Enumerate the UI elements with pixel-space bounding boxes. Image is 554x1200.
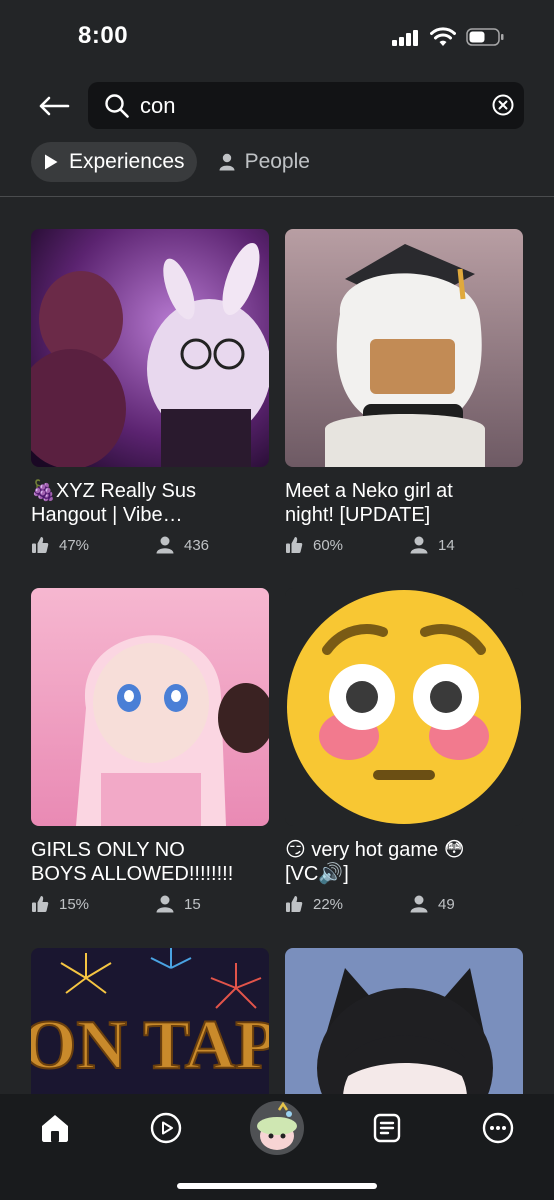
players-icon — [156, 536, 174, 554]
experience-thumbnail[interactable] — [285, 588, 523, 826]
player-count-value: 15 — [184, 895, 201, 913]
search-box[interactable] — [88, 82, 524, 129]
experience-title: 🍇XYZ Really Sus Hangout | Vibe… — [31, 480, 196, 526]
rating-value: 60% — [313, 536, 344, 554]
battery-icon — [466, 28, 504, 46]
wifi-icon — [430, 27, 456, 46]
thumbs-up-icon — [286, 537, 303, 553]
nav-charts[interactable] — [365, 1106, 409, 1150]
nav-more[interactable] — [476, 1106, 520, 1150]
thumbs-up-icon — [32, 896, 49, 912]
thumbs-up-icon — [32, 537, 49, 553]
nav-home[interactable] — [33, 1106, 77, 1150]
rating: 15% — [31, 895, 156, 913]
nav-discover[interactable] — [144, 1106, 188, 1150]
more-icon — [482, 1112, 514, 1144]
experience-title: 😏 very hot game 😳 [VC🔊] — [285, 839, 465, 885]
home-indicator — [177, 1183, 377, 1189]
experience-stats: 47% 436 — [31, 535, 269, 555]
player-count: 14 — [410, 536, 455, 554]
nav-avatar[interactable] — [249, 1100, 305, 1156]
tab-experiences-label: Experiences — [69, 150, 185, 173]
experience-title: GIRLS ONLY NO BOYS ALLOWED!!!!!!!! — [31, 839, 234, 885]
status-time: 8:00 — [78, 22, 129, 49]
tab-experiences[interactable]: Experiences — [31, 142, 197, 182]
experience-thumbnail[interactable] — [285, 229, 523, 467]
experience-stats: 15% 15 — [31, 894, 269, 914]
rating: 60% — [285, 536, 410, 554]
home-icon — [42, 1115, 68, 1142]
avatar-icon — [250, 1101, 304, 1155]
filter-tabs: Experiences People — [31, 142, 322, 182]
rating-value: 15% — [59, 895, 90, 913]
experience-stats: 60% 14 — [285, 535, 523, 555]
search-icon — [105, 94, 129, 118]
sign-text: ON TAP — [31, 1007, 269, 1084]
signal-icon — [392, 30, 418, 46]
rating: 47% — [31, 536, 156, 554]
clear-icon[interactable] — [492, 94, 514, 116]
experience-thumbnail[interactable] — [31, 229, 269, 467]
tab-people-label: People — [244, 150, 310, 173]
rating-value: 22% — [313, 895, 344, 913]
tab-people[interactable]: People — [207, 142, 322, 182]
player-count: 436 — [156, 536, 209, 554]
rating-value: 47% — [59, 536, 90, 554]
experience-stats: 22% 49 — [285, 894, 523, 914]
divider — [0, 196, 554, 197]
player-count: 15 — [156, 895, 201, 913]
rating: 22% — [285, 895, 410, 913]
list-icon — [373, 1113, 401, 1143]
experience-card[interactable]: 😏 very hot game 😳 [VC🔊] 22% 49 — [285, 588, 523, 914]
arrow-left-icon — [39, 96, 70, 116]
thumbs-up-icon — [286, 896, 303, 912]
player-count-value: 436 — [184, 536, 210, 554]
play-circle-icon — [150, 1112, 182, 1144]
experience-card[interactable]: Meet a Neko girl at night! [UPDATE] 60% … — [285, 229, 523, 555]
player-count-value: 49 — [438, 895, 455, 913]
players-icon — [410, 536, 428, 554]
play-icon — [45, 154, 58, 170]
player-count: 49 — [410, 895, 455, 913]
experience-card[interactable]: 🍇XYZ Really Sus Hangout | Vibe… 47% 436 — [31, 229, 269, 555]
status-bar: 8:00 — [0, 0, 554, 72]
back-button[interactable] — [34, 88, 74, 124]
players-icon — [410, 895, 428, 913]
person-icon — [219, 153, 235, 171]
player-count-value: 14 — [438, 536, 455, 554]
experience-card[interactable]: GIRLS ONLY NO BOYS ALLOWED!!!!!!!! 15% 1… — [31, 588, 269, 914]
players-icon — [156, 895, 174, 913]
experience-thumbnail[interactable] — [31, 588, 269, 826]
search-input[interactable] — [140, 90, 470, 121]
flushed-emoji — [285, 588, 523, 826]
experience-title: Meet a Neko girl at night! [UPDATE] — [285, 480, 453, 526]
